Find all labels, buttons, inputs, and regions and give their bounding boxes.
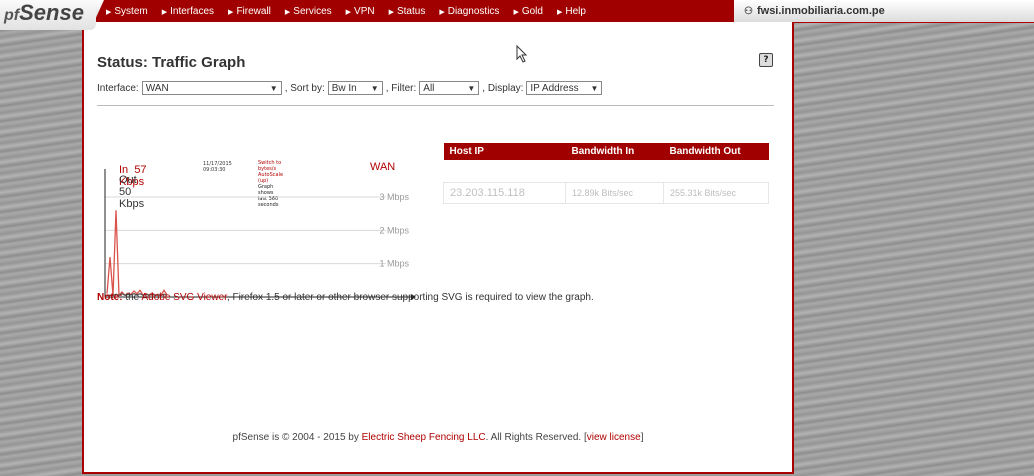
background-left	[0, 0, 84, 476]
display-label: , Display:	[482, 82, 524, 94]
nav-item-system[interactable]: ▶ System	[106, 6, 148, 17]
y-tick-label: 2 Mbps	[379, 225, 409, 235]
series-line-in	[106, 210, 168, 297]
hostname: fwsi.inmobiliaria.com.pe	[756, 5, 885, 17]
triangle-right-icon: ▶	[106, 8, 112, 16]
sort-label: , Sort by:	[284, 82, 325, 94]
nav-item-label: Services	[293, 5, 332, 17]
dropdown-arrow-icon: ▼	[370, 84, 379, 93]
background-right	[794, 0, 1034, 476]
triangle-right-icon: ▶	[556, 8, 563, 16]
pfsense-logo[interactable]: pfSense	[0, 0, 96, 30]
nav-item-label: Gold	[521, 5, 543, 17]
table-cell: 23.203.115.118	[443, 181, 566, 204]
nav-item-label: Interfaces	[170, 5, 215, 17]
nav-item-label: Status	[396, 5, 426, 17]
divider	[97, 105, 774, 106]
nav-item-diagnostics[interactable]: ▶ Diagnostics	[439, 6, 499, 17]
dropdown-arrow-icon: ▼	[467, 84, 476, 93]
nav-item-services[interactable]: ▶ Services	[285, 6, 332, 17]
column-header: Host IP	[443, 143, 566, 160]
y-tick-label: 1 Mbps	[379, 259, 409, 269]
column-header: Bandwidth Out	[663, 143, 769, 160]
table-cell: 12.89k Bits/sec	[565, 181, 664, 204]
company-link[interactable]: Electric Sheep Fencing LLC	[362, 432, 486, 443]
adobe-svg-viewer-link[interactable]: Adobe SVG Viewer	[141, 292, 226, 303]
table-spacer-row	[444, 160, 769, 182]
filter-bar: Interface: WAN ▼ , Sort by: Bw In ▼ , Filt…	[97, 81, 605, 95]
nav-item-label: System	[114, 5, 148, 17]
filter-value: All	[423, 83, 435, 94]
triangle-right-icon: ▶	[161, 8, 168, 16]
column-header: Bandwidth In	[565, 143, 664, 160]
triangle-right-icon: ▶	[388, 8, 394, 16]
nav-item-gold[interactable]: ▶ Gold	[513, 6, 543, 17]
triangle-right-icon: ▶	[513, 8, 519, 16]
nav-item-label: Diagnostics	[447, 5, 500, 17]
logo-prefix: pf	[4, 7, 20, 24]
dropdown-arrow-icon: ▼	[590, 84, 599, 93]
interface-value: WAN	[145, 83, 169, 94]
triangle-right-icon: ▶	[345, 8, 352, 16]
main-panel: Status: Traffic Graph ? Interface: WAN ▼ …	[82, 22, 794, 474]
nav-item-vpn[interactable]: ▶ VPN	[346, 6, 375, 17]
table-row: 23.203.115.118 12.89k Bits/sec 255.31k B…	[443, 181, 769, 204]
interface-select[interactable]: WAN ▼	[141, 81, 282, 95]
nav-item-label: Help	[565, 5, 586, 17]
nav-item-label: VPN	[354, 5, 375, 17]
page-title: Status: Traffic Graph	[97, 54, 246, 71]
main-nav: ▶ System ▶ Interfaces ▶ Firewall ▶ Services …	[94, 0, 734, 22]
display-value: IP Address	[530, 83, 579, 94]
help-icon[interactable]: ?	[759, 53, 773, 67]
hostname-display: ⚇ fwsi.inmobiliaria.com.pe	[734, 0, 1034, 22]
triangle-right-icon: ▶	[228, 8, 234, 16]
footer-rights: . All Rights Reserved. [	[485, 432, 587, 443]
nav-item-firewall[interactable]: ▶ Firewall	[228, 6, 271, 17]
mouse-cursor-icon	[516, 45, 528, 63]
traffic-graph-svg: 3 Mbps 2 Mbps 1 Mbps	[104, 169, 416, 300]
y-tick-label: 3 Mbps	[379, 192, 409, 202]
svg-note: Note: the Adobe SVG Viewer, Firefox 1.5 …	[97, 292, 594, 303]
filter-select[interactable]: All ▼	[419, 81, 480, 95]
nav-item-label: Firewall	[236, 5, 271, 17]
footer: pfSense is © 2004 - 2015 by Electric She…	[84, 432, 792, 443]
footer-copyright: pfSense is © 2004 - 2015 by	[232, 432, 359, 443]
interface-label: Interface:	[97, 82, 139, 94]
note-text: , Firefox 1.5 or later or other browser …	[226, 292, 594, 303]
nav-item-interfaces[interactable]: ▶ Interfaces	[162, 6, 214, 17]
table-header-row: Host IP Bandwidth In Bandwidth Out	[443, 143, 769, 160]
host-bandwidth-table: Host IP Bandwidth In Bandwidth Out 23.20…	[443, 143, 769, 204]
sort-select[interactable]: Bw In ▼	[327, 81, 383, 95]
note-label: Note:	[97, 292, 123, 303]
filter-label: , Filter:	[385, 82, 417, 94]
view-license-link[interactable]: view license	[587, 432, 641, 443]
footer-close: ]	[640, 432, 644, 443]
note-pre: the	[125, 292, 140, 303]
table-cell: 255.31k Bits/sec	[663, 181, 769, 204]
nav-item-status[interactable]: ▶ Status	[389, 6, 426, 17]
triangle-right-icon: ▶	[439, 8, 445, 16]
dropdown-arrow-icon: ▼	[269, 84, 278, 93]
sort-value: Bw In	[331, 83, 357, 94]
network-icon: ⚇	[744, 5, 753, 17]
display-select[interactable]: IP Address ▼	[526, 81, 603, 95]
triangle-right-icon: ▶	[284, 8, 291, 16]
nav-item-help[interactable]: ▶ Help	[557, 6, 586, 17]
logo-text: Sense	[19, 0, 84, 25]
